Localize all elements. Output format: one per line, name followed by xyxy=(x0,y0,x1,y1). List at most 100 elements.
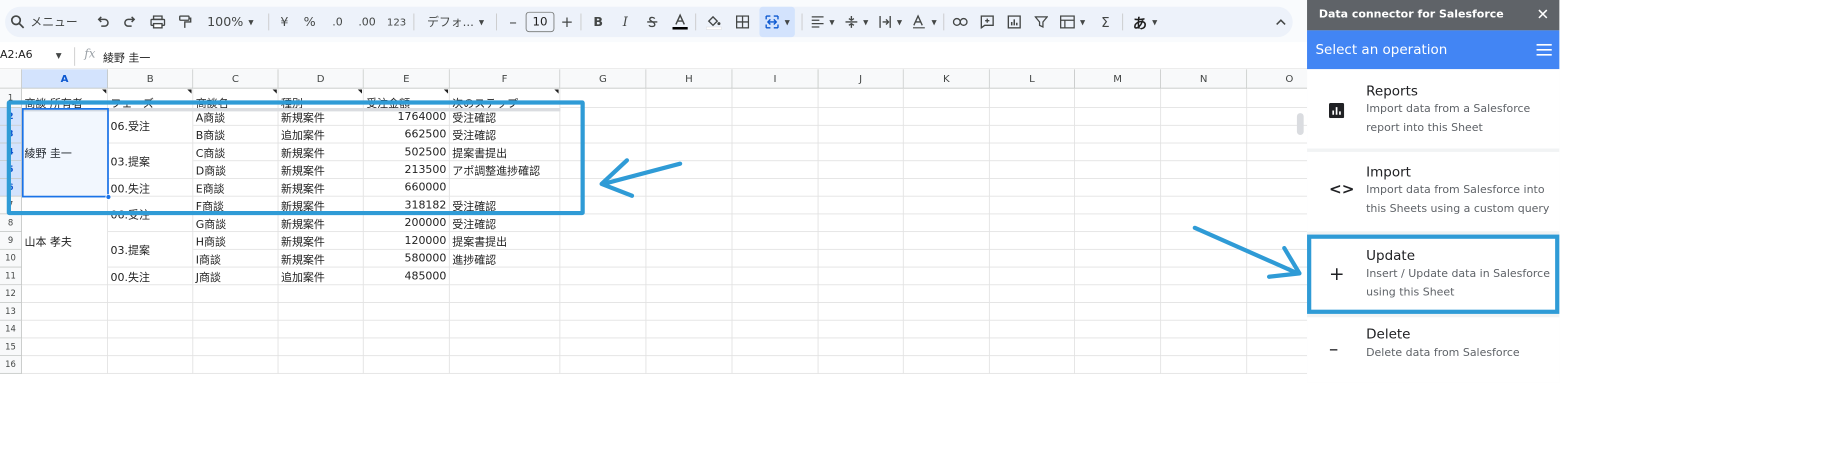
row-header[interactable]: 13 xyxy=(0,302,22,321)
empty-cell[interactable] xyxy=(818,302,904,321)
next-step-cell[interactable] xyxy=(449,267,561,286)
deal-name-cell[interactable]: G商談 xyxy=(193,214,279,233)
empty-cell[interactable] xyxy=(449,320,561,339)
font-select[interactable]: デフォ... ▼ xyxy=(422,7,490,37)
empty-cell[interactable] xyxy=(560,267,647,286)
row-header[interactable]: 16 xyxy=(0,356,22,374)
empty-cell[interactable] xyxy=(732,285,819,303)
operation-reports[interactable]: Reports Import data from a Salesforce re… xyxy=(1307,69,1560,149)
empty-cell[interactable] xyxy=(1075,214,1162,233)
empty-cell[interactable] xyxy=(1247,179,1308,197)
vertical-scrollbar[interactable] xyxy=(1296,113,1304,136)
empty-cell[interactable] xyxy=(989,196,1076,215)
row-header[interactable]: 9 xyxy=(0,232,22,250)
empty-cell[interactable] xyxy=(560,356,647,374)
empty-cell[interactable] xyxy=(818,196,904,215)
empty-cell[interactable] xyxy=(646,338,733,357)
font-size-decrease-button[interactable]: – xyxy=(505,7,522,37)
close-icon[interactable]: ✕ xyxy=(1537,6,1550,24)
empty-cell[interactable] xyxy=(108,338,194,357)
empty-cell[interactable] xyxy=(1075,108,1162,126)
text-color-button[interactable] xyxy=(670,7,690,37)
row-header[interactable]: 8 xyxy=(0,214,22,233)
empty-cell[interactable] xyxy=(108,302,194,321)
empty-cell[interactable] xyxy=(646,320,733,339)
empty-cell[interactable] xyxy=(1247,143,1308,162)
amount-cell[interactable]: 485000 xyxy=(363,267,450,286)
empty-cell[interactable] xyxy=(108,285,194,303)
empty-cell[interactable] xyxy=(903,285,990,303)
fill-color-button[interactable] xyxy=(704,7,724,37)
column-header[interactable]: D xyxy=(278,69,364,89)
hamburger-menu-icon[interactable] xyxy=(1536,43,1553,56)
empty-cell[interactable] xyxy=(1075,178,1162,197)
column-header[interactable]: I xyxy=(732,69,819,89)
operation-update[interactable]: + Update Insert / Update data in Salesfo… xyxy=(1307,234,1560,314)
column-header[interactable]: L xyxy=(989,69,1076,89)
empty-cell[interactable] xyxy=(818,356,904,374)
vertical-align-button[interactable]: ▼ xyxy=(842,7,871,37)
formula-input[interactable]: 綾野 圭一 xyxy=(103,49,150,65)
empty-cell[interactable] xyxy=(1161,161,1248,179)
empty-cell[interactable] xyxy=(1161,338,1248,357)
empty-cell[interactable] xyxy=(646,108,733,126)
empty-cell[interactable] xyxy=(560,338,647,357)
font-size-increase-button[interactable]: + xyxy=(559,7,576,37)
empty-cell[interactable] xyxy=(989,214,1076,233)
empty-cell[interactable] xyxy=(989,338,1076,357)
empty-cell[interactable] xyxy=(732,161,819,179)
empty-cell[interactable] xyxy=(989,302,1076,321)
percent-format-button[interactable]: % xyxy=(300,7,319,37)
empty-cell[interactable] xyxy=(818,214,904,233)
empty-cell[interactable] xyxy=(1075,88,1162,109)
empty-cell[interactable] xyxy=(818,88,904,109)
empty-cell[interactable] xyxy=(1161,125,1248,144)
empty-cell[interactable] xyxy=(732,249,819,268)
deal-name-cell[interactable]: I商談 xyxy=(193,249,279,268)
empty-cell[interactable] xyxy=(818,161,904,179)
empty-cell[interactable] xyxy=(1075,196,1162,215)
empty-cell[interactable] xyxy=(732,143,819,162)
empty-cell[interactable] xyxy=(449,356,561,374)
empty-cell[interactable] xyxy=(560,214,647,233)
empty-cell[interactable] xyxy=(1075,338,1162,357)
empty-cell[interactable] xyxy=(1161,108,1248,126)
empty-cell[interactable] xyxy=(1075,249,1162,268)
empty-cell[interactable] xyxy=(989,108,1076,126)
empty-cell[interactable] xyxy=(903,196,990,215)
empty-cell[interactable] xyxy=(363,338,450,357)
empty-cell[interactable] xyxy=(1247,321,1308,339)
empty-cell[interactable] xyxy=(732,232,819,250)
empty-cell[interactable] xyxy=(732,88,819,109)
empty-cell[interactable] xyxy=(560,232,647,250)
empty-cell[interactable] xyxy=(1161,88,1248,109)
empty-cell[interactable] xyxy=(449,285,561,303)
empty-cell[interactable] xyxy=(732,338,819,357)
column-header[interactable]: N xyxy=(1161,69,1248,89)
empty-cell[interactable] xyxy=(21,302,109,321)
empty-cell[interactable] xyxy=(1161,320,1248,339)
empty-cell[interactable] xyxy=(732,214,819,233)
empty-cell[interactable] xyxy=(560,320,647,339)
row-header[interactable]: 14 xyxy=(0,320,22,339)
empty-cell[interactable] xyxy=(278,338,364,357)
empty-cell[interactable] xyxy=(732,320,819,339)
empty-cell[interactable] xyxy=(903,267,990,286)
empty-cell[interactable] xyxy=(1161,196,1248,215)
empty-cell[interactable] xyxy=(818,267,904,286)
empty-cell[interactable] xyxy=(1075,320,1162,339)
empty-cell[interactable] xyxy=(903,88,990,109)
empty-cell[interactable] xyxy=(1161,302,1248,321)
text-rotation-button[interactable]: ▼ xyxy=(910,7,939,37)
next-step-cell[interactable]: 受注確認 xyxy=(449,214,561,233)
empty-cell[interactable] xyxy=(903,338,990,357)
empty-cell[interactable] xyxy=(363,285,450,303)
empty-cell[interactable] xyxy=(646,302,733,321)
column-header[interactable]: O xyxy=(1247,69,1308,89)
empty-cell[interactable] xyxy=(193,302,279,321)
empty-cell[interactable] xyxy=(903,302,990,321)
empty-cell[interactable] xyxy=(21,338,109,357)
empty-cell[interactable] xyxy=(646,232,733,250)
empty-cell[interactable] xyxy=(278,356,364,374)
name-box[interactable]: A2:A6 xyxy=(0,49,33,62)
